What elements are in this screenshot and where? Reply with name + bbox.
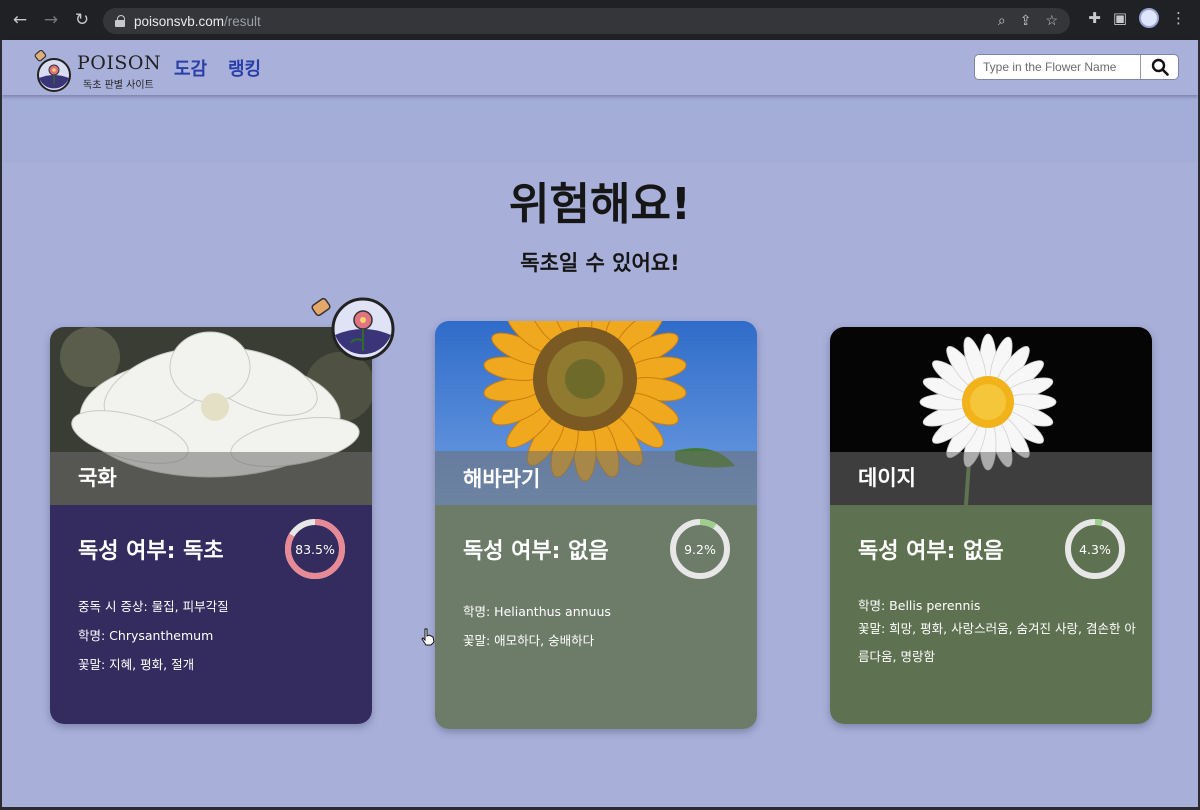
- card-body: 독성 여부: 없음 9.2% 학명: Helianthus annuus 꽃말:…: [435, 505, 757, 729]
- poisoning-symptoms: 중독 시 증상: 물집, 피부각질: [78, 599, 229, 614]
- web-page: POISON 독초 판별 사이트 도감 랭킹 위험해요! 독초일 수 있어요!: [2, 40, 1198, 807]
- nav-encyclopedia[interactable]: 도감: [174, 55, 207, 81]
- flower-card-sunflower[interactable]: 해바라기 독성 여부: 없음 9.2% 학명: Helianthus annuu…: [435, 321, 757, 729]
- flower-search-input[interactable]: [975, 55, 1140, 79]
- address-bar[interactable]: poisonsvb.com/result ⌕ ⇪ ☆: [103, 8, 1070, 34]
- toxicity-percent: 9.2%: [684, 541, 716, 557]
- site-logo[interactable]: POISON 독초 판별 사이트: [30, 46, 161, 92]
- kebab-menu-icon[interactable]: ⋮: [1171, 9, 1186, 27]
- flower-name: 해바라기: [463, 467, 541, 491]
- logo-subtitle: 독초 판별 사이트: [83, 80, 154, 91]
- bookmark-star-icon[interactable]: ☆: [1045, 12, 1058, 29]
- card-body: 독성 여부: 없음 4.3% 학명: Bellis perennis 꽃말: 희…: [830, 505, 1152, 724]
- url-path: /result: [224, 13, 261, 29]
- search-icon: [1151, 58, 1169, 76]
- scientific-name: 학명: Chrysanthemum: [78, 628, 214, 643]
- result-subline: 독초일 수 있어요!: [520, 251, 680, 275]
- scientific-name: 학명: Helianthus annuus: [463, 604, 611, 619]
- site-header: POISON 독초 판별 사이트 도감 랭킹: [2, 40, 1198, 95]
- url-host: poisonsvb.com: [134, 13, 225, 29]
- header-band: [2, 95, 1198, 162]
- extensions-icon[interactable]: ✚: [1088, 9, 1101, 27]
- poison-bottle-badge-icon: [311, 297, 395, 361]
- search-box: [974, 54, 1179, 80]
- toxicity-status: 독성 여부: 독초: [78, 539, 224, 564]
- toxicity-status: 독성 여부: 없음: [463, 539, 609, 564]
- card-body: 독성 여부: 독초 83.5% 중독 시 증상: 물집, 피부각질 학명: Ch…: [50, 505, 372, 724]
- profile-avatar[interactable]: [1139, 8, 1159, 28]
- share-icon[interactable]: ⇪: [1020, 12, 1032, 29]
- scientific-name: 학명: Bellis perennis: [858, 598, 981, 613]
- flower-language: 꽃말: 애모하다, 숭배하다: [463, 633, 595, 648]
- lock-icon: [115, 15, 125, 27]
- nav-ranking[interactable]: 랭킹: [228, 55, 261, 81]
- forward-arrow-icon[interactable]: →: [40, 9, 62, 31]
- hand-cursor-icon: [421, 628, 435, 646]
- flower-name: 국화: [78, 466, 117, 490]
- result-headline: 위험해요!: [509, 179, 691, 230]
- flower-card-daisy[interactable]: 데이지 독성 여부: 없음 4.3% 학명: Bellis perennis 꽃…: [830, 327, 1152, 724]
- reload-icon[interactable]: ↻: [71, 9, 93, 31]
- flower-language: 꽃말: 지혜, 평화, 절개: [78, 657, 195, 672]
- toxicity-percent: 4.3%: [1079, 541, 1111, 557]
- toxicity-status: 독성 여부: 없음: [858, 539, 1004, 564]
- flower-card-chrysanthemum[interactable]: 국화 독성 여부: 독초 83.5% 중독 시 증상: 물집, 피부각질 학명:…: [50, 327, 372, 724]
- side-panel-icon[interactable]: ▣: [1113, 9, 1127, 27]
- search-button[interactable]: [1140, 55, 1178, 79]
- back-arrow-icon[interactable]: ←: [9, 9, 31, 31]
- flower-name: 데이지: [858, 466, 916, 490]
- poison-bottle-logo-icon: [34, 50, 71, 92]
- toxicity-percent: 83.5%: [295, 541, 335, 557]
- logo-title: POISON: [77, 52, 162, 74]
- browser-toolbar: ← → ↻ poisonsvb.com/result ⌕ ⇪ ☆ ✚ ▣ ⋮: [0, 0, 1200, 40]
- flower-language: 꽃말: 희망, 평화, 사랑스러움, 숨겨진 사랑, 겸손한 아름다움, 명랑함: [858, 621, 1136, 664]
- zoom-icon[interactable]: ⌕: [998, 12, 1006, 29]
